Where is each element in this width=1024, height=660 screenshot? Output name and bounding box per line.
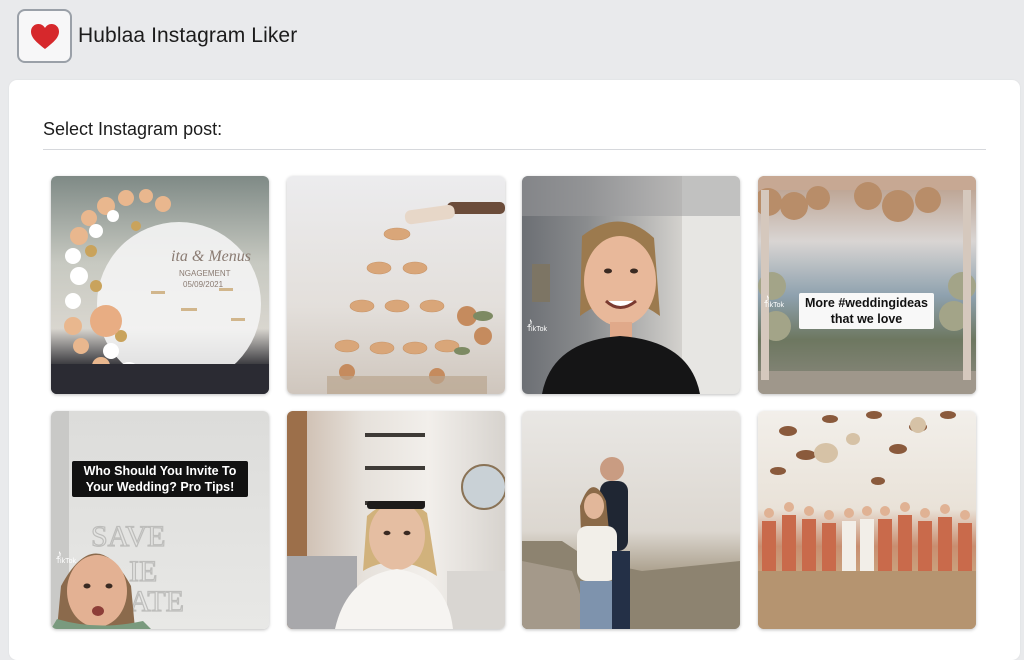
tiktok-watermark: ♪ TikTok bbox=[764, 291, 784, 309]
tiktok-watermark: ♪ TikTok bbox=[527, 315, 547, 333]
svg-text:IE: IE bbox=[129, 555, 157, 588]
post-image bbox=[287, 411, 505, 629]
svg-text:05/09/2021: 05/09/2021 bbox=[183, 280, 224, 289]
post-tile[interactable]: ♪ TikTok More #weddingideas that we love bbox=[758, 176, 976, 394]
post-tile[interactable]: SAVE IE ATE Who Should You Invite To You… bbox=[51, 411, 269, 629]
heart-icon bbox=[30, 23, 59, 49]
post-tile[interactable]: ita & Menus NGAGEMENT 05/09/2021 bbox=[51, 176, 269, 394]
svg-text:SAVE: SAVE bbox=[91, 520, 165, 553]
tiktok-icon: ♪ bbox=[527, 315, 533, 329]
section-title: Select Instagram post: bbox=[43, 119, 223, 139]
post-selection-panel: Select Instagram post: ita & Menus NGAGE… bbox=[9, 80, 1020, 660]
post-caption: Who Should You Invite To Your Wedding? P… bbox=[72, 461, 248, 497]
post-tile[interactable] bbox=[287, 176, 505, 394]
post-image bbox=[522, 411, 740, 629]
tiktok-icon: ♪ bbox=[56, 547, 62, 561]
post-image bbox=[522, 176, 740, 394]
post-tile[interactable] bbox=[522, 411, 740, 629]
post-image bbox=[287, 176, 505, 394]
post-image bbox=[758, 176, 976, 394]
post-image: ita & Menus NGAGEMENT 05/09/2021 bbox=[51, 176, 269, 394]
svg-text:ita & Menus: ita & Menus bbox=[171, 248, 251, 265]
app-logo bbox=[17, 9, 72, 63]
post-tile[interactable]: ♪ TikTok bbox=[522, 176, 740, 394]
post-image bbox=[758, 411, 976, 629]
post-tile[interactable] bbox=[287, 411, 505, 629]
svg-text:ATE: ATE bbox=[129, 585, 184, 618]
app-title: Hublaa Instagram Liker bbox=[78, 24, 298, 47]
svg-text:NGAGEMENT: NGAGEMENT bbox=[179, 269, 231, 278]
post-caption: More #weddingideas that we love bbox=[799, 293, 934, 329]
post-tile[interactable] bbox=[758, 411, 976, 629]
app-header: Hublaa Instagram Liker bbox=[0, 0, 1024, 80]
tiktok-watermark: ♪ TikTok bbox=[56, 547, 76, 565]
divider bbox=[43, 149, 986, 150]
tiktok-icon: ♪ bbox=[764, 291, 770, 305]
post-image: SAVE IE ATE bbox=[51, 411, 269, 629]
